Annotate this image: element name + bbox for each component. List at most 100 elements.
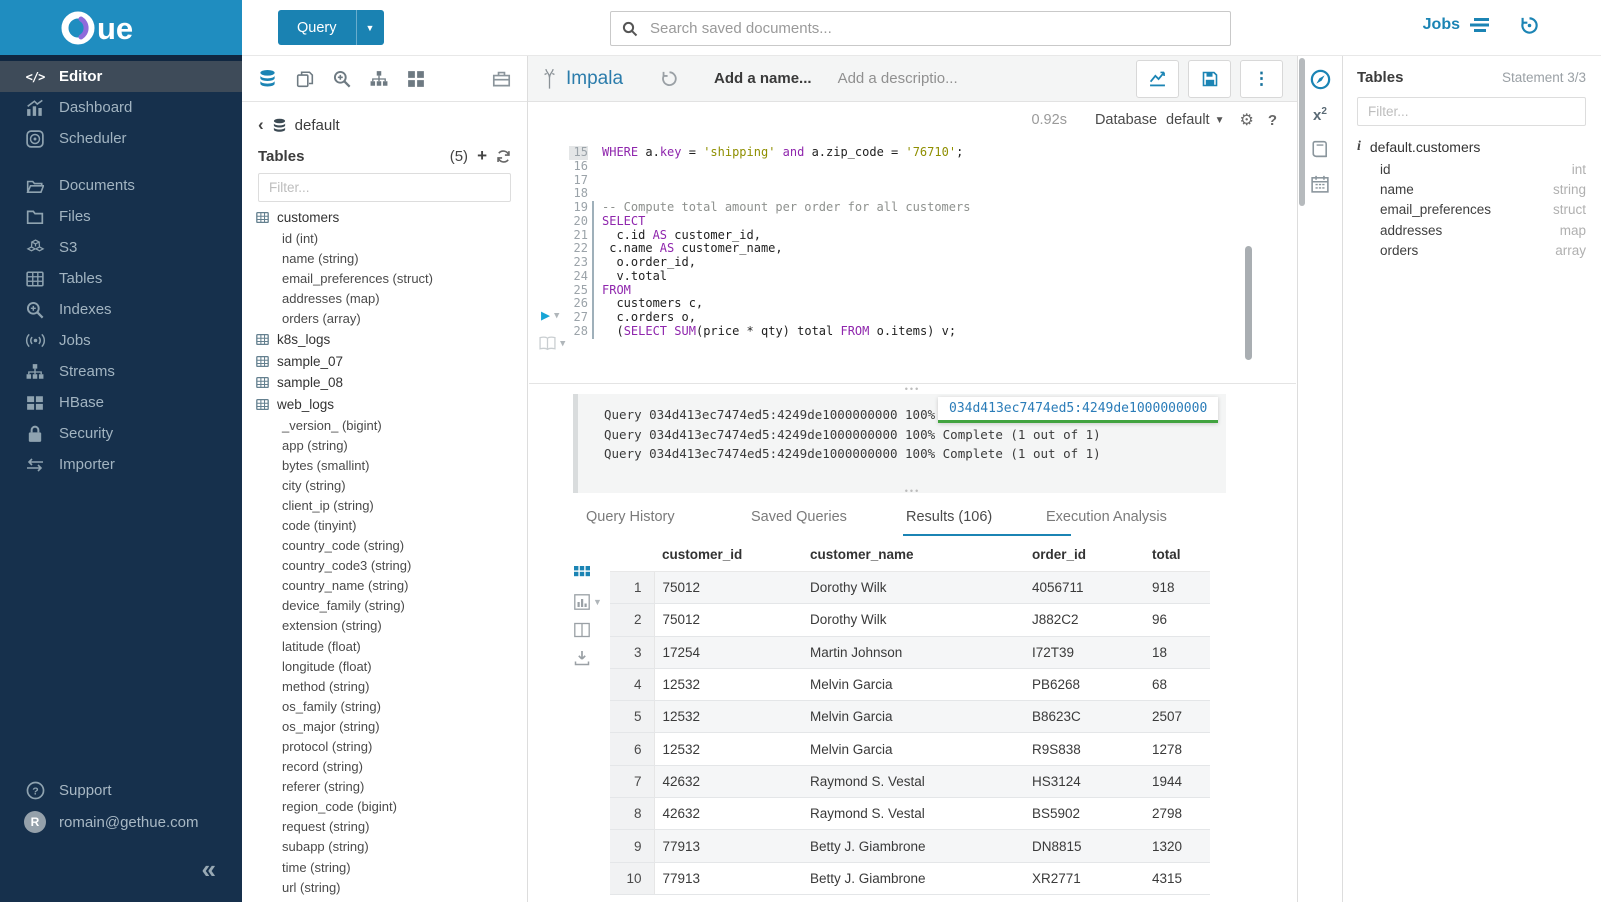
sidebar-item-editor[interactable]: </>Editor	[0, 61, 242, 92]
table-row[interactable]: 1077913Betty J. GiambroneXR27714315	[610, 862, 1210, 894]
tree-column[interactable]: id (int)	[256, 229, 527, 249]
sidebar-item-importer[interactable]: Importer	[0, 449, 242, 480]
code-line[interactable]: 17	[569, 174, 1237, 188]
editor-resize-handle[interactable]: •••	[529, 383, 1296, 394]
tree-column[interactable]: country_code3 (string)	[256, 556, 527, 576]
sidebar-item-security[interactable]: Security	[0, 418, 242, 449]
add-table-icon[interactable]: +	[477, 146, 487, 166]
tables-filter[interactable]	[258, 173, 511, 202]
tree-column[interactable]: app (string)	[256, 435, 527, 455]
tree-table-web_logs[interactable]: web_logs	[256, 393, 527, 415]
sidebar-item-streams[interactable]: Streams	[0, 356, 242, 387]
assist-column-name[interactable]: namestring	[1357, 179, 1586, 199]
sidebar-item-dashboard[interactable]: Dashboard	[0, 92, 242, 123]
search-input[interactable]	[648, 19, 1219, 38]
column-header[interactable]: total	[1144, 538, 1210, 572]
assist-active-table[interactable]: i default.customers	[1357, 139, 1586, 155]
page-scrollbar[interactable]	[1299, 58, 1305, 206]
tree-column[interactable]: city (string)	[256, 475, 527, 495]
assist-column-id[interactable]: idint	[1357, 159, 1586, 179]
table-row[interactable]: 742632Raymond S. VestalHS31241944	[610, 765, 1210, 797]
editor-scrollbar[interactable]	[1245, 246, 1252, 360]
code-line[interactable]: 20SELECT	[569, 215, 1237, 229]
tree-column[interactable]: _version_ (bigint)	[256, 415, 527, 435]
tree-column[interactable]: extension (string)	[256, 616, 527, 636]
new-query-button[interactable]: Query ▼	[278, 10, 384, 45]
settings-gear-icon[interactable]: ⚙	[1239, 110, 1253, 130]
back-chevron-icon[interactable]: ‹	[258, 115, 264, 135]
column-header[interactable]: customer_id	[654, 538, 802, 572]
code-line[interactable]: 28 (SELECT SUM(price * qty) total FROM o…	[569, 325, 1237, 339]
more-actions-button[interactable]: ⋮	[1240, 60, 1283, 98]
tree-column[interactable]: longitude (float)	[256, 656, 527, 676]
log-resize-handle[interactable]: •••	[528, 484, 1297, 498]
databases-tab-icon[interactable]	[258, 69, 277, 88]
sidebar-item-s3[interactable]: S3	[0, 232, 242, 263]
tree-column[interactable]: url (string)	[256, 877, 527, 897]
columns-view-icon[interactable]	[574, 622, 602, 638]
grid-view-icon[interactable]	[574, 566, 602, 582]
tab-saved-queries[interactable]: Saved Queries	[751, 509, 847, 525]
tree-column[interactable]: latitude (float)	[256, 636, 527, 656]
briefcase-icon[interactable]	[492, 69, 511, 88]
sidebar-item-documents[interactable]: Documents	[0, 170, 242, 201]
execute-options-caret-icon[interactable]: ▼	[554, 311, 559, 321]
tree-column[interactable]: client_ip (string)	[256, 495, 527, 515]
refresh-icon[interactable]	[496, 149, 511, 164]
assist-column-email_preferences[interactable]: email_preferencesstruct	[1357, 200, 1586, 220]
language-reference-icon[interactable]	[1311, 140, 1329, 158]
tree-column[interactable]: addresses (map)	[256, 289, 527, 309]
column-header[interactable]: customer_name	[802, 538, 1024, 572]
query-name-field[interactable]: Add a name...	[714, 70, 812, 87]
tree-column[interactable]: country_code (string)	[256, 536, 527, 556]
query-history-icon[interactable]	[661, 70, 678, 87]
documents-tab-icon[interactable]	[296, 70, 314, 88]
tree-table-sample_08[interactable]: sample_08	[256, 372, 527, 394]
sidebar-item-user[interactable]: R romain@gethue.com	[22, 806, 242, 838]
sidebar-item-indexes[interactable]: Indexes	[0, 294, 242, 325]
sidebar-item-scheduler[interactable]: Scheduler	[0, 123, 242, 154]
tree-table-customers[interactable]: customers	[256, 207, 527, 229]
sidebar-item-tables[interactable]: Tables	[0, 263, 242, 294]
tree-column[interactable]: request (string)	[256, 817, 527, 837]
tree-column[interactable]: time (string)	[256, 857, 527, 877]
table-row[interactable]: 275012Dorothy WilkJ882C296	[610, 604, 1210, 636]
sidebar-item-hbase[interactable]: HBase	[0, 387, 242, 418]
code-line[interactable]: 21 c.id AS customer_id,	[569, 229, 1237, 243]
code-editor[interactable]: 15WHERE a.key = 'shipping' and a.zip_cod…	[528, 138, 1297, 383]
table-row[interactable]: 175012Dorothy Wilk4056711918	[610, 572, 1210, 604]
assist-filter[interactable]	[1357, 97, 1586, 126]
tree-column[interactable]: user_agent (string)	[256, 897, 527, 902]
presentation-mode-button[interactable]: ▼	[539, 336, 565, 351]
sidebar-item-files[interactable]: Files	[0, 201, 242, 232]
tree-column[interactable]: bytes (smallint)	[256, 455, 527, 475]
sidebar-item-jobs[interactable]: Jobs	[0, 325, 242, 356]
tree-column[interactable]: record (string)	[256, 757, 527, 777]
code-line[interactable]: 18	[569, 187, 1237, 201]
save-button[interactable]	[1188, 60, 1231, 98]
tree-column[interactable]: method (string)	[256, 676, 527, 696]
tree-table-sample_07[interactable]: sample_07	[256, 350, 527, 372]
tab-query-history[interactable]: Query History	[586, 509, 675, 525]
code-line[interactable]: 15WHERE a.key = 'shipping' and a.zip_cod…	[569, 146, 1237, 160]
tree-column[interactable]: orders (array)	[256, 309, 527, 329]
sitemap-tab-icon[interactable]	[370, 70, 388, 88]
chart-button[interactable]	[1136, 60, 1179, 98]
table-row[interactable]: 977913Betty J. GiambroneDN88151320	[610, 830, 1210, 862]
table-row[interactable]: 612532Melvin GarciaR9S8381278	[610, 733, 1210, 765]
assist-filter-input[interactable]	[1366, 103, 1577, 120]
tables-filter-input[interactable]	[267, 179, 502, 196]
code-line[interactable]: 27 c.orders o,	[569, 311, 1237, 325]
search-plus-tab-icon[interactable]	[333, 70, 351, 88]
code-line[interactable]: 22 c.name AS customer_name,	[569, 242, 1237, 256]
help-icon[interactable]: ?	[1268, 112, 1277, 129]
tree-column[interactable]: name (string)	[256, 249, 527, 269]
functions-icon[interactable]: x2	[1313, 107, 1327, 123]
tree-column[interactable]: email_preferences (struct)	[256, 269, 527, 289]
chart-view-icon[interactable]: ▼	[574, 594, 602, 610]
code-line[interactable]: 23 o.order_id,	[569, 256, 1237, 270]
tree-column[interactable]: region_code (bigint)	[256, 797, 527, 817]
tree-column[interactable]: os_family (string)	[256, 696, 527, 716]
assist-column-addresses[interactable]: addressesmap	[1357, 220, 1586, 240]
table-row[interactable]: 842632Raymond S. VestalBS59022798	[610, 798, 1210, 830]
